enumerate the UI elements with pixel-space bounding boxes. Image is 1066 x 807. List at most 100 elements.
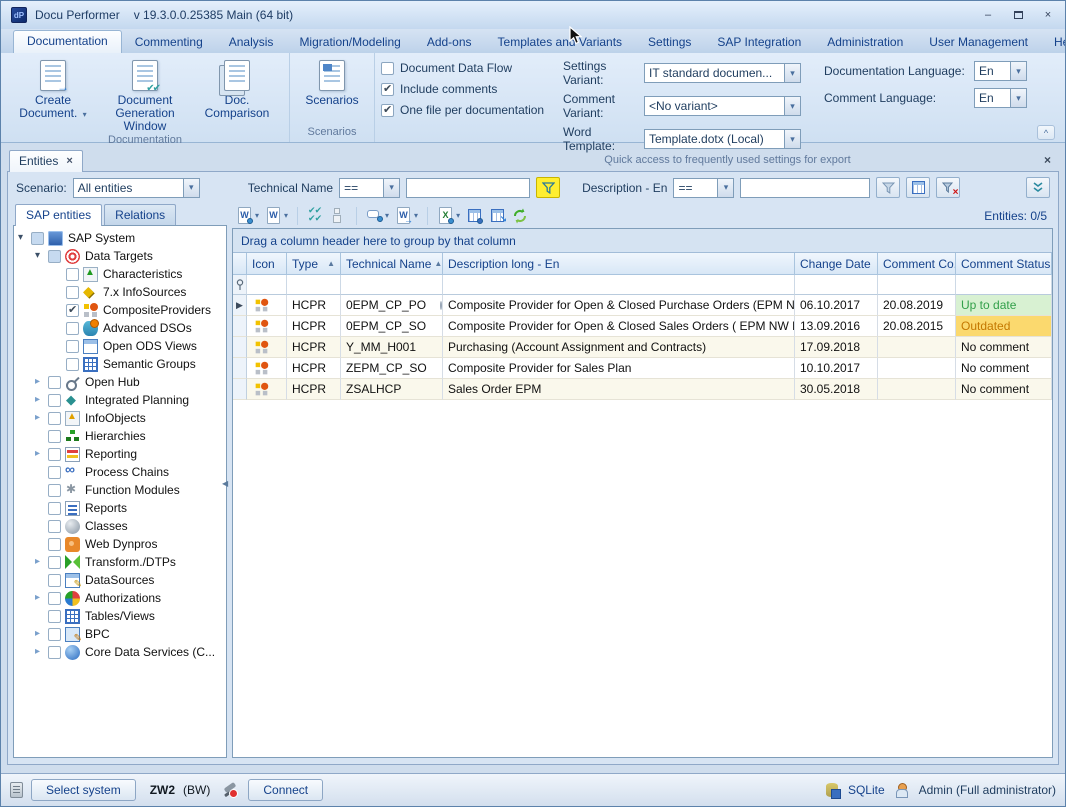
table-row[interactable]: HCPR Y_MM_H001 Purchasing (Account Assig… [233,337,1052,358]
ribbon-tab[interactable]: Commenting [122,32,216,53]
tree-checkbox[interactable] [48,394,61,407]
auto-filter-cell[interactable] [341,275,443,295]
ribbon-checkbox[interactable]: Document Data Flow [381,61,563,75]
check-all-button[interactable]: ✔✔✔✔ [305,205,326,227]
expand-filter-panel-button[interactable] [1026,177,1050,198]
language-dropdown[interactable]: En ▾ [974,88,1027,108]
checkbox-icon[interactable] [381,62,394,75]
apply-filter-button[interactable] [536,177,560,198]
column-header[interactable]: Icon [247,253,287,275]
column-header[interactable]: Comment Co... [878,253,956,275]
restore-grid-layout-button[interactable]: ↘ [487,205,508,227]
field-dropdown[interactable]: <No variant> ▾ [644,96,801,116]
tree-item[interactable]: Web Dynpros [14,535,226,553]
ribbon-tab[interactable]: Templates and Variants [485,32,636,53]
connect-button[interactable]: Connect [248,779,323,801]
tree-item[interactable]: 7.x InfoSources [14,283,226,301]
scenario-value[interactable]: All entities [73,178,183,198]
tree-checkbox[interactable] [48,538,61,551]
tree-checkbox[interactable] [48,556,61,569]
ribbon-tab[interactable]: Documentation [13,30,122,53]
sidebar-splitter[interactable]: ◀ [222,472,229,496]
ribbon-tab[interactable]: Settings [635,32,704,53]
field-value[interactable]: IT standard documen... [644,63,784,83]
expander-icon[interactable] [35,395,48,405]
description-input[interactable] [740,178,870,198]
dropdown-button[interactable]: ▾ [183,178,200,198]
expander-icon[interactable] [35,413,48,423]
tree-item[interactable]: Function Modules [14,481,226,499]
tree-item[interactable]: Tables/Views [14,607,226,625]
document-generation-window-button[interactable]: ✔✔ Document Generation Window [99,57,191,133]
tree-item[interactable]: Transform./DTPs [14,553,226,571]
tree-item[interactable]: Open ODS Views [14,337,226,355]
expander-icon[interactable] [35,251,48,261]
tree-item[interactable]: Core Data Services (C... [14,643,226,661]
generate-word-document-button[interactable]: W ▾ [234,205,261,227]
language-dropdown[interactable]: En ▾ [974,61,1027,81]
technical-name-input[interactable] [406,178,530,198]
minimize-button[interactable]: – [981,8,995,22]
tree-item[interactable]: Authorizations [14,589,226,607]
select-system-button[interactable]: Select system [31,779,136,801]
tree-checkbox[interactable] [31,232,44,245]
tree-checkbox[interactable] [48,502,61,515]
table-row[interactable]: ▶ HCPR 0EPM_CP_PO Composite Provider for… [233,295,1052,316]
auto-filter-cell[interactable] [956,275,1052,295]
scenarios-button[interactable]: Scenarios [296,57,368,107]
dropdown-button[interactable]: ▾ [1010,61,1027,81]
dropdown-button[interactable]: ▾ [784,63,801,83]
tree-checkbox[interactable] [48,448,61,461]
tree-item[interactable]: Integrated Planning [14,391,226,409]
tree-item[interactable]: Hierarchies [14,427,226,445]
tab-entities[interactable]: Entities × [9,150,83,172]
ribbon-checkbox[interactable]: Include comments [381,82,563,96]
column-header[interactable]: Type ▲ [287,253,341,275]
ribbon-tab[interactable]: User Management [916,32,1041,53]
expander-icon[interactable] [35,647,48,657]
auto-filter-cell[interactable] [443,275,795,295]
scenario-dropdown[interactable]: All entities ▾ [73,178,200,198]
table-row[interactable]: HCPR ZSALHCP Sales Order EPM 30.05.2018 … [233,379,1052,400]
ribbon-tab[interactable]: SAP Integration [704,32,814,53]
column-header[interactable]: Comment Status [956,253,1052,275]
tree-checkbox[interactable] [48,610,61,623]
uncheck-all-button[interactable] [328,205,349,227]
field-value[interactable]: <No variant> [644,96,784,116]
auto-filter-cell[interactable] [287,275,341,295]
auto-filter-cell[interactable] [233,275,247,295]
column-header[interactable]: Technical Name ▲ [341,253,443,275]
tree-checkbox[interactable] [48,466,61,479]
auto-filter-cell[interactable] [247,275,287,295]
checkbox-icon[interactable] [381,83,394,96]
create-document-button[interactable]: → Create Document. ▾ [7,57,99,121]
expander-icon[interactable] [35,593,48,603]
ribbon-tab[interactable]: Administration [814,32,916,53]
tree-item[interactable]: Data Targets [14,247,226,265]
dropdown-button[interactable]: ▾ [717,178,734,198]
tree-checkbox[interactable] [48,484,61,497]
operator-value[interactable]: == [339,178,383,198]
restore-button[interactable] [1011,8,1025,22]
expander-icon[interactable] [35,557,48,567]
doc-comparison-button[interactable]: Doc. Comparison [191,57,283,120]
ribbon-tab[interactable]: Add-ons [414,32,485,53]
expander-icon[interactable] [35,449,48,459]
tree-checkbox[interactable] [48,574,61,587]
operator-value[interactable]: == [673,178,717,198]
tree-checkbox[interactable] [66,304,79,317]
tree-checkbox[interactable] [48,412,61,425]
tree-item[interactable]: Semantic Groups [14,355,226,373]
language-value[interactable]: En [974,88,1010,108]
description-operator-dropdown[interactable]: == ▾ [673,178,734,198]
tree-checkbox[interactable] [66,322,79,335]
group-by-panel[interactable]: Drag a column header here to group by th… [233,229,1052,253]
tree-checkbox[interactable] [48,520,61,533]
table-row[interactable]: HCPR 0EPM_CP_SO Composite Provider for O… [233,316,1052,337]
dropdown-button[interactable]: ▾ [383,178,400,198]
tree-item[interactable]: CompositeProviders [14,301,226,319]
filter-editor-button[interactable] [906,177,930,198]
expander-icon[interactable] [35,629,48,639]
tree-item[interactable]: BPC [14,625,226,643]
tree-checkbox[interactable] [48,250,61,263]
